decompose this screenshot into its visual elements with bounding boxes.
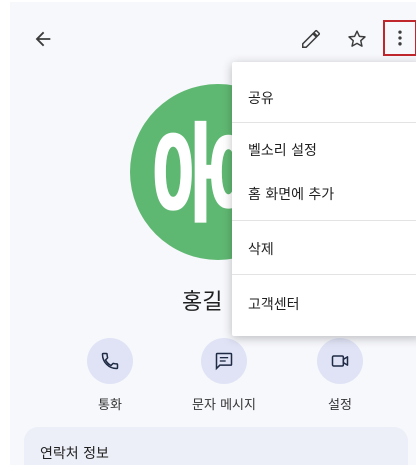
phone-icon (101, 352, 119, 370)
star-outline-icon (348, 30, 366, 47)
back-button[interactable] (28, 24, 58, 54)
pencil-icon (302, 30, 320, 48)
contact-screen: 홍 홍길 통화 문자 메시지 설정 연락처 정보 공유 벨소리 설정 홈 화면에… (10, 2, 416, 465)
video-label: 설정 (328, 398, 352, 413)
menu-item-add-home[interactable]: 홈 화면에 추가 (248, 184, 334, 204)
arrow-left-icon (35, 31, 51, 47)
more-vert-icon (398, 30, 402, 46)
message-label: 문자 메시지 (192, 398, 256, 413)
call-label: 통화 (98, 398, 122, 413)
more-options-button[interactable] (383, 20, 416, 56)
favorite-button[interactable] (342, 24, 372, 54)
menu-item-share[interactable]: 공유 (248, 88, 274, 108)
menu-item-ringtone[interactable]: 벨소리 설정 (248, 140, 317, 160)
menu-item-delete[interactable]: 삭제 (248, 239, 274, 259)
menu-divider (232, 122, 416, 123)
overflow-menu: 공유 벨소리 설정 홈 화면에 추가 삭제 고객센터 (232, 62, 416, 336)
call-button[interactable] (87, 338, 133, 384)
video-action[interactable]: 설정 (292, 338, 388, 413)
video-call-icon (331, 355, 349, 367)
message-button[interactable] (201, 338, 247, 384)
edit-button[interactable] (296, 24, 326, 54)
menu-divider (232, 274, 416, 275)
message-icon (215, 352, 233, 371)
contact-info-card: 연락처 정보 (24, 427, 408, 465)
menu-item-help[interactable]: 고객센터 (248, 294, 300, 314)
call-action[interactable]: 통화 (62, 338, 158, 413)
message-action[interactable]: 문자 메시지 (176, 338, 272, 413)
video-button[interactable] (317, 338, 363, 384)
contact-name: 홍길 (182, 290, 223, 315)
menu-divider (232, 220, 416, 221)
contact-info-title: 연락처 정보 (40, 446, 109, 462)
